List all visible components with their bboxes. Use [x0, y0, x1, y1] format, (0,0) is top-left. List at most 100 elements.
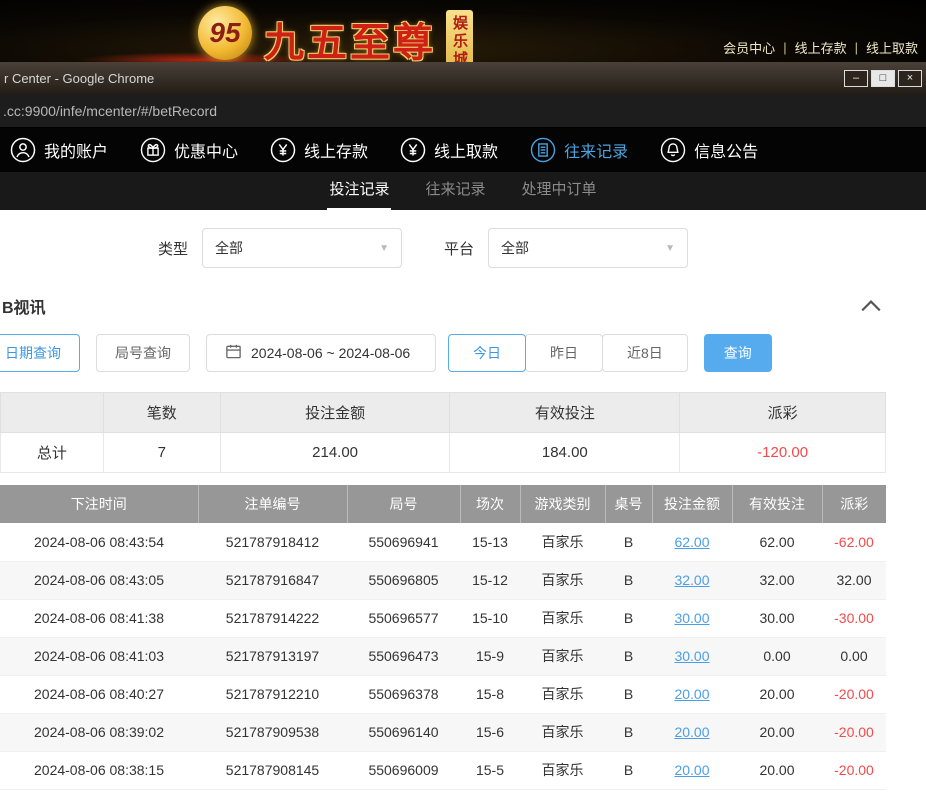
withdraw-icon	[400, 137, 426, 163]
yesterday-button[interactable]: 昨日	[525, 334, 603, 372]
date-query-button[interactable]: 日期查询	[0, 334, 80, 372]
query-bar: 日期查询 局号查询 2024-08-06 ~ 2024-08-06 今日 昨日 …	[0, 334, 926, 372]
table-row: 2024-08-06 08:40:27 521787912210 5506963…	[0, 675, 886, 713]
cell-bet-id: 521787909538	[198, 713, 347, 751]
summary-count: 7	[103, 433, 220, 473]
cell-table-no: B	[605, 751, 652, 789]
cell-bet-amount-link[interactable]: 30.00	[652, 637, 732, 675]
nav-item-label: 线上取款	[434, 138, 498, 162]
cell-round-id: 550696805	[347, 561, 460, 599]
link-member-center[interactable]: 会员中心	[723, 38, 775, 57]
cell-table-no: B	[605, 599, 652, 637]
table-row: 2024-08-06 08:43:05 521787916847 5506968…	[0, 561, 886, 599]
summary-total-row: 总计 7 214.00 184.00 -120.00	[1, 433, 886, 473]
site-logo: 95 九五至尊 娱乐城	[198, 0, 473, 62]
minimize-button[interactable]: –	[844, 70, 868, 87]
cell-bet-amount-link[interactable]: 20.00	[652, 713, 732, 751]
records-icon	[530, 137, 556, 163]
cell-valid-bet: 0.00	[732, 637, 822, 675]
cell-bet-amount-link[interactable]: 32.00	[652, 561, 732, 599]
round-query-button[interactable]: 局号查询	[96, 334, 190, 372]
cell-valid-bet: 20.00	[732, 751, 822, 789]
cell-valid-bet: 20.00	[732, 713, 822, 751]
cell-bet-amount-link[interactable]: 30.00	[652, 599, 732, 637]
col-header-game-type: 游戏类别	[520, 485, 605, 523]
summary-header: 派彩	[680, 393, 886, 433]
summary-header-row: 笔数 投注金额 有效投注 派彩	[1, 393, 886, 433]
tab-transaction-records[interactable]: 往来记录	[423, 172, 487, 210]
table-row: 2024-08-06 08:38:15 521787908145 5506960…	[0, 751, 886, 789]
cell-bet-amount-link[interactable]: 20.00	[652, 751, 732, 789]
cell-session: 15-9	[460, 637, 520, 675]
nav-item-records[interactable]: 往来记录	[530, 137, 628, 163]
cell-session: 15-13	[460, 523, 520, 561]
platform-select[interactable]: 全部 ▼	[488, 228, 688, 268]
cell-payout: -62.00	[822, 523, 886, 561]
cell-bet-amount-link[interactable]: 62.00	[652, 523, 732, 561]
cell-game-type: 百家乐	[520, 713, 605, 751]
close-button[interactable]: ×	[898, 70, 922, 87]
today-button[interactable]: 今日	[448, 334, 526, 372]
chrome-titlebar: r Center - Google Chrome – □ ×	[0, 62, 926, 95]
col-header-payout: 派彩	[822, 485, 886, 523]
cell-table-no: B	[605, 561, 652, 599]
nav-item-announcements[interactable]: 信息公告	[660, 137, 758, 163]
chevron-down-icon: ▼	[665, 243, 675, 254]
nav-item-label: 往来记录	[564, 138, 628, 162]
nav-item-withdraw[interactable]: 线上取款	[400, 137, 498, 163]
cell-bet-amount-link[interactable]: 20.00	[652, 675, 732, 713]
bet-table-header-row: 下注时间 注单编号 局号 场次 游戏类别 桌号 投注金额 有效投注 派彩	[0, 485, 886, 523]
window-controls: – □ ×	[844, 70, 922, 87]
summary-header	[1, 393, 104, 433]
logo-coin-icon: 95	[198, 6, 252, 60]
cell-valid-bet: 62.00	[732, 523, 822, 561]
summary-header: 笔数	[103, 393, 220, 433]
nav-item-my-account[interactable]: 我的账户	[10, 137, 108, 163]
cell-table-no: B	[605, 637, 652, 675]
table-row: 2024-08-06 08:39:02 521787909538 5506961…	[0, 713, 886, 751]
cell-payout: 0.00	[822, 637, 886, 675]
link-separator: |	[783, 40, 786, 55]
cell-round-id: 550696378	[347, 675, 460, 713]
cell-round-id: 550696577	[347, 599, 460, 637]
cell-bet-id: 521787908145	[198, 751, 347, 789]
window-title: r Center - Google Chrome	[4, 71, 154, 86]
cell-payout: -30.00	[822, 599, 886, 637]
cell-time: 2024-08-06 08:39:02	[0, 713, 198, 751]
search-button[interactable]: 查询	[704, 334, 772, 372]
last-8-days-button[interactable]: 近8日	[602, 334, 688, 372]
cell-payout: -20.00	[822, 713, 886, 751]
cell-round-id: 550696473	[347, 637, 460, 675]
cell-session: 15-5	[460, 751, 520, 789]
nav-item-deposit[interactable]: 线上存款	[270, 137, 368, 163]
collapse-chevron-icon[interactable]	[860, 299, 882, 313]
cell-game-type: 百家乐	[520, 523, 605, 561]
cell-valid-bet: 32.00	[732, 561, 822, 599]
maximize-button[interactable]: □	[871, 70, 895, 87]
type-select[interactable]: 全部 ▼	[202, 228, 402, 268]
date-range-input[interactable]: 2024-08-06 ~ 2024-08-06	[206, 334, 436, 372]
summary-table: 笔数 投注金额 有效投注 派彩 总计 7 214.00 184.00 -120.…	[0, 392, 886, 473]
header-area: 95 九五至尊 娱乐城 会员中心 | 线上存款 | 线上取款 r Center …	[0, 0, 926, 128]
cell-bet-id: 521787914222	[198, 599, 347, 637]
col-header-time: 下注时间	[0, 485, 198, 523]
link-online-deposit[interactable]: 线上存款	[795, 38, 847, 57]
chrome-urlbar[interactable]: .cc:9900/infe/mcenter/#/betRecord	[0, 95, 926, 128]
tab-bet-records[interactable]: 投注记录	[327, 172, 391, 210]
cell-payout: -20.00	[822, 675, 886, 713]
tab-processing-orders[interactable]: 处理中订单	[520, 172, 599, 210]
nav-item-label: 信息公告	[694, 138, 758, 162]
url-text: .cc:9900/infe/mcenter/#/betRecord	[3, 103, 217, 119]
summary-payout: -120.00	[680, 433, 886, 473]
link-online-withdraw[interactable]: 线上取款	[866, 38, 918, 57]
announcement-icon	[660, 137, 686, 163]
col-header-session: 场次	[460, 485, 520, 523]
nav-item-label: 我的账户	[44, 138, 108, 162]
table-row: 2024-08-06 08:43:54 521787918412 5506969…	[0, 523, 886, 561]
platform-label: 平台	[444, 238, 474, 259]
cell-game-type: 百家乐	[520, 637, 605, 675]
cell-game-type: 百家乐	[520, 675, 605, 713]
chevron-down-icon: ▼	[379, 243, 389, 254]
nav-item-promotions[interactable]: 优惠中心	[140, 137, 238, 163]
cell-round-id: 550696941	[347, 523, 460, 561]
